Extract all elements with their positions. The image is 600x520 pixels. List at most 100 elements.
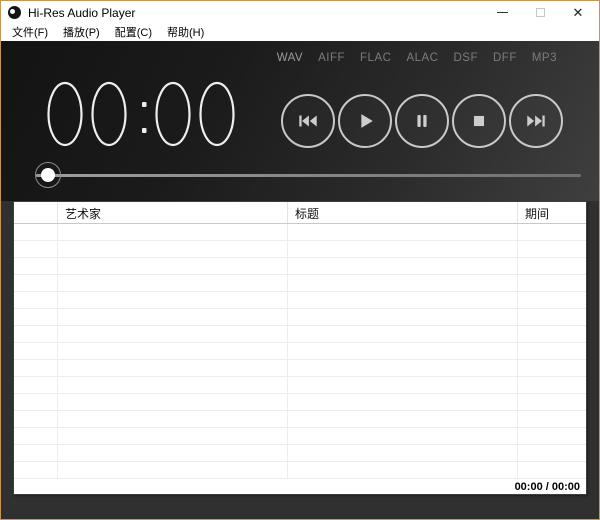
playlist-cell: [288, 241, 518, 257]
playlist-cell: [288, 275, 518, 291]
titlebar[interactable]: Hi-Res Audio Player ✕: [1, 1, 599, 24]
playlist-cell: [14, 326, 58, 342]
stop-icon: [468, 110, 490, 132]
column-header-artist[interactable]: 艺术家: [58, 202, 288, 223]
format-wav: WAV: [277, 52, 303, 64]
next-button[interactable]: [509, 94, 563, 148]
playlist-cell: [518, 275, 586, 291]
player-panel: WAV AIFF FLAC ALAC DSF DFF MP3: [1, 41, 599, 201]
playlist-row: [14, 428, 586, 445]
close-button[interactable]: ✕: [559, 1, 597, 24]
app-window: Hi-Res Audio Player ✕ 文件(F) 播放(P) 配置(C) …: [1, 1, 599, 519]
playlist-cell: [288, 258, 518, 274]
playlist-row: [14, 462, 586, 479]
playlist-cell: [288, 292, 518, 308]
seek-slider-handle[interactable]: [35, 162, 61, 188]
playlist-cell: [58, 462, 288, 478]
playlist-cell: [518, 326, 586, 342]
playlist-cell: [288, 462, 518, 478]
format-dsf: DSF: [453, 52, 478, 64]
play-button[interactable]: [338, 94, 392, 148]
playlist-cell: [518, 241, 586, 257]
playlist-row: [14, 343, 586, 360]
column-header-duration[interactable]: 期间: [518, 202, 586, 223]
playlist-cell: [518, 309, 586, 325]
playlist-cell: [518, 377, 586, 393]
playlist-row: [14, 275, 586, 292]
previous-icon: [297, 110, 319, 132]
playlist-row: [14, 377, 586, 394]
playlist-cell: [288, 224, 518, 240]
playlist-cell: [518, 394, 586, 410]
playlist-cell: [288, 326, 518, 342]
playlist-cell: [58, 343, 288, 359]
playlist-header: 艺术家 标题 期间: [14, 202, 586, 224]
playlist-cell: [14, 309, 58, 325]
playlist-cell: [14, 428, 58, 444]
playlist-cell: [58, 428, 288, 444]
playlist-cell: [518, 343, 586, 359]
menu-play[interactable]: 播放(P): [57, 24, 106, 41]
seek-slider-track[interactable]: [36, 174, 581, 177]
playlist-cell: [518, 360, 586, 376]
seek-slider-knob: [41, 168, 55, 182]
playlist-cell: [288, 394, 518, 410]
minimize-icon: [497, 12, 508, 13]
menubar: 文件(F) 播放(P) 配置(C) 帮助(H): [1, 24, 599, 41]
playlist-cell: [14, 462, 58, 478]
menu-help[interactable]: 帮助(H): [161, 24, 210, 41]
elapsed-time-display: [45, 81, 245, 153]
playlist-cell: [58, 309, 288, 325]
playlist-cell: [14, 258, 58, 274]
menu-config[interactable]: 配置(C): [109, 24, 158, 41]
format-flac: FLAC: [360, 52, 391, 64]
playlist-cell: [518, 462, 586, 478]
playlist-body[interactable]: [14, 224, 586, 479]
playlist-cell: [14, 377, 58, 393]
pause-icon: [411, 110, 433, 132]
playlist-row: [14, 411, 586, 428]
minimize-button[interactable]: [483, 1, 521, 24]
format-alac: ALAC: [406, 52, 438, 64]
playlist-cell: [14, 411, 58, 427]
maximize-button[interactable]: [521, 1, 559, 24]
playlist-cell: [14, 224, 58, 240]
playlist-cell: [518, 445, 586, 461]
format-mp3: MP3: [532, 52, 557, 64]
playlist-cell: [518, 428, 586, 444]
playlist-row: [14, 326, 586, 343]
playlist-cell: [58, 394, 288, 410]
previous-button[interactable]: [281, 94, 335, 148]
pause-button[interactable]: [395, 94, 449, 148]
playlist-row: [14, 445, 586, 462]
close-icon: ✕: [573, 6, 584, 19]
window-title: Hi-Res Audio Player: [28, 6, 135, 20]
playlist-panel: 艺术家 标题 期间 00:00 / 00:00: [13, 201, 587, 495]
playlist-cell: [288, 309, 518, 325]
playlist-cell: [58, 326, 288, 342]
playlist-cell: [288, 343, 518, 359]
playlist-cell: [14, 275, 58, 291]
playlist-cell: [288, 411, 518, 427]
playlist-row: [14, 224, 586, 241]
playlist-row: [14, 360, 586, 377]
playlist-row: [14, 394, 586, 411]
column-header-title[interactable]: 标题: [288, 202, 518, 223]
column-header-index[interactable]: [14, 202, 58, 223]
playlist-cell: [288, 377, 518, 393]
playlist-row: [14, 292, 586, 309]
playlist-cell: [288, 445, 518, 461]
format-aiff: AIFF: [318, 52, 345, 64]
playlist-cell: [58, 292, 288, 308]
playlist-cell: [288, 360, 518, 376]
playlist-cell: [58, 445, 288, 461]
playlist-cell: [14, 360, 58, 376]
stop-button[interactable]: [452, 94, 506, 148]
playlist-cell: [14, 445, 58, 461]
playlist-cell: [288, 428, 518, 444]
play-icon: [354, 110, 376, 132]
playlist-cell: [58, 411, 288, 427]
menu-file[interactable]: 文件(F): [6, 24, 54, 41]
playlist-cell: [58, 275, 288, 291]
time-status-text: 00:00 / 00:00: [515, 481, 580, 493]
